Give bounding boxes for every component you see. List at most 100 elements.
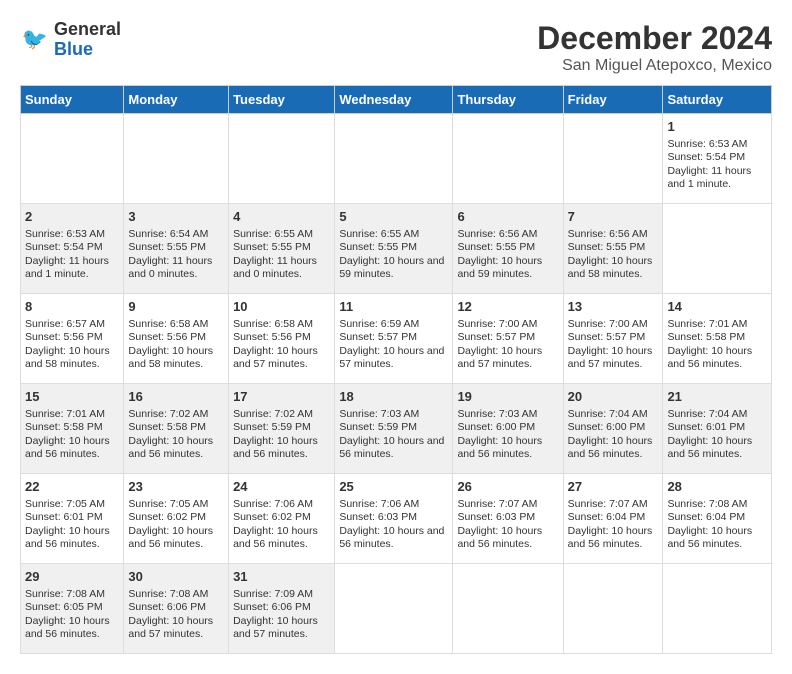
page-header: 🐦 General Blue December 2024 San Miguel … [20, 20, 772, 75]
sunrise-label: Sunrise: 7:02 AM [128, 408, 208, 420]
sunrise-label: Sunrise: 7:01 AM [667, 318, 747, 330]
calendar-table: Sunday Monday Tuesday Wednesday Thursday… [20, 85, 772, 654]
day-number: 17 [233, 388, 330, 406]
sunrise-label: Sunrise: 6:58 AM [233, 318, 313, 330]
sunset-label: Sunset: 5:55 PM [339, 241, 417, 253]
col-thursday: Thursday [453, 86, 563, 114]
cell-content: Sunrise: 7:03 AM Sunset: 6:00 PM Dayligh… [457, 408, 558, 463]
daylight-label: Daylight: 10 hours and 57 minutes. [457, 345, 542, 371]
sunset-label: Sunset: 6:01 PM [25, 511, 103, 523]
cell-content: Sunrise: 6:55 AM Sunset: 5:55 PM Dayligh… [233, 228, 330, 283]
sunset-label: Sunset: 5:57 PM [457, 331, 535, 343]
day-number: 30 [128, 568, 224, 586]
table-row: 10 Sunrise: 6:58 AM Sunset: 5:56 PM Dayl… [229, 294, 335, 384]
sunset-label: Sunset: 6:01 PM [667, 421, 745, 433]
daylight-label: Daylight: 10 hours and 56 minutes. [128, 435, 213, 461]
table-row: 25 Sunrise: 7:06 AM Sunset: 6:03 PM Dayl… [335, 474, 453, 564]
daylight-label: Daylight: 10 hours and 56 minutes. [568, 435, 653, 461]
daylight-label: Daylight: 10 hours and 56 minutes. [667, 345, 752, 371]
sunrise-label: Sunrise: 7:09 AM [233, 588, 313, 600]
sunrise-label: Sunrise: 7:06 AM [339, 498, 419, 510]
table-row: 27 Sunrise: 7:07 AM Sunset: 6:04 PM Dayl… [563, 474, 663, 564]
svg-text:🐦: 🐦 [22, 28, 48, 51]
col-friday: Friday [563, 86, 663, 114]
sunset-label: Sunset: 6:02 PM [233, 511, 311, 523]
daylight-label: Daylight: 10 hours and 57 minutes. [233, 615, 318, 641]
day-number: 14 [667, 298, 767, 316]
table-row: 29 Sunrise: 7:08 AM Sunset: 6:05 PM Dayl… [21, 564, 124, 654]
table-row: 21 Sunrise: 7:04 AM Sunset: 6:01 PM Dayl… [663, 384, 772, 474]
table-row [563, 564, 663, 654]
table-row: 17 Sunrise: 7:02 AM Sunset: 5:59 PM Dayl… [229, 384, 335, 474]
sunrise-label: Sunrise: 6:54 AM [128, 228, 208, 240]
cell-content: Sunrise: 7:04 AM Sunset: 6:01 PM Dayligh… [667, 408, 767, 463]
table-row: 18 Sunrise: 7:03 AM Sunset: 5:59 PM Dayl… [335, 384, 453, 474]
sunset-label: Sunset: 5:54 PM [667, 151, 745, 163]
cell-content: Sunrise: 7:06 AM Sunset: 6:03 PM Dayligh… [339, 498, 448, 553]
sunset-label: Sunset: 5:58 PM [667, 331, 745, 343]
logo-icon: 🐦 [20, 25, 50, 55]
table-row [21, 114, 124, 204]
day-number: 2 [25, 208, 119, 226]
table-row: 2 Sunrise: 6:53 AM Sunset: 5:54 PM Dayli… [21, 204, 124, 294]
daylight-label: Daylight: 11 hours and 0 minutes. [233, 255, 317, 281]
sunset-label: Sunset: 6:04 PM [667, 511, 745, 523]
cell-content: Sunrise: 7:08 AM Sunset: 6:05 PM Dayligh… [25, 588, 119, 643]
day-number: 13 [568, 298, 659, 316]
sunrise-label: Sunrise: 7:08 AM [128, 588, 208, 600]
day-number: 8 [25, 298, 119, 316]
daylight-label: Daylight: 10 hours and 56 minutes. [568, 525, 653, 551]
cell-content: Sunrise: 7:06 AM Sunset: 6:02 PM Dayligh… [233, 498, 330, 553]
day-number: 28 [667, 478, 767, 496]
table-row: 3 Sunrise: 6:54 AM Sunset: 5:55 PM Dayli… [124, 204, 229, 294]
table-row [663, 204, 772, 294]
sunrise-label: Sunrise: 7:08 AM [667, 498, 747, 510]
table-row: 16 Sunrise: 7:02 AM Sunset: 5:58 PM Dayl… [124, 384, 229, 474]
day-number: 23 [128, 478, 224, 496]
daylight-label: Daylight: 10 hours and 58 minutes. [568, 255, 653, 281]
sunset-label: Sunset: 6:03 PM [457, 511, 535, 523]
table-row: 4 Sunrise: 6:55 AM Sunset: 5:55 PM Dayli… [229, 204, 335, 294]
cell-content: Sunrise: 6:56 AM Sunset: 5:55 PM Dayligh… [568, 228, 659, 283]
header-row: Sunday Monday Tuesday Wednesday Thursday… [21, 86, 772, 114]
table-row: 24 Sunrise: 7:06 AM Sunset: 6:02 PM Dayl… [229, 474, 335, 564]
table-row [335, 114, 453, 204]
col-monday: Monday [124, 86, 229, 114]
daylight-label: Daylight: 10 hours and 56 minutes. [25, 525, 110, 551]
daylight-label: Daylight: 10 hours and 56 minutes. [457, 435, 542, 461]
day-number: 15 [25, 388, 119, 406]
table-row: 15 Sunrise: 7:01 AM Sunset: 5:58 PM Dayl… [21, 384, 124, 474]
table-row [453, 564, 563, 654]
table-row: 1 Sunrise: 6:53 AM Sunset: 5:54 PM Dayli… [663, 114, 772, 204]
table-row: 20 Sunrise: 7:04 AM Sunset: 6:00 PM Dayl… [563, 384, 663, 474]
sunrise-label: Sunrise: 6:57 AM [25, 318, 105, 330]
sunset-label: Sunset: 5:55 PM [128, 241, 206, 253]
daylight-label: Daylight: 11 hours and 0 minutes. [128, 255, 212, 281]
calendar-body: 1 Sunrise: 6:53 AM Sunset: 5:54 PM Dayli… [21, 114, 772, 654]
cell-content: Sunrise: 7:02 AM Sunset: 5:58 PM Dayligh… [128, 408, 224, 463]
daylight-label: Daylight: 10 hours and 59 minutes. [339, 255, 444, 281]
day-number: 18 [339, 388, 448, 406]
sunrise-label: Sunrise: 7:04 AM [568, 408, 648, 420]
sunset-label: Sunset: 5:56 PM [128, 331, 206, 343]
table-row: 8 Sunrise: 6:57 AM Sunset: 5:56 PM Dayli… [21, 294, 124, 384]
day-number: 3 [128, 208, 224, 226]
cell-content: Sunrise: 6:53 AM Sunset: 5:54 PM Dayligh… [25, 228, 119, 283]
sunrise-label: Sunrise: 6:53 AM [25, 228, 105, 240]
table-row [563, 114, 663, 204]
day-number: 27 [568, 478, 659, 496]
sunset-label: Sunset: 5:58 PM [25, 421, 103, 433]
calendar-header: Sunday Monday Tuesday Wednesday Thursday… [21, 86, 772, 114]
table-row: 13 Sunrise: 7:00 AM Sunset: 5:57 PM Dayl… [563, 294, 663, 384]
table-row [663, 564, 772, 654]
cell-content: Sunrise: 7:02 AM Sunset: 5:59 PM Dayligh… [233, 408, 330, 463]
cell-content: Sunrise: 6:56 AM Sunset: 5:55 PM Dayligh… [457, 228, 558, 283]
daylight-label: Daylight: 10 hours and 56 minutes. [233, 525, 318, 551]
day-number: 12 [457, 298, 558, 316]
cell-content: Sunrise: 7:08 AM Sunset: 6:04 PM Dayligh… [667, 498, 767, 553]
col-wednesday: Wednesday [335, 86, 453, 114]
sunrise-label: Sunrise: 7:01 AM [25, 408, 105, 420]
day-number: 24 [233, 478, 330, 496]
sunrise-label: Sunrise: 7:00 AM [568, 318, 648, 330]
sunrise-label: Sunrise: 7:06 AM [233, 498, 313, 510]
